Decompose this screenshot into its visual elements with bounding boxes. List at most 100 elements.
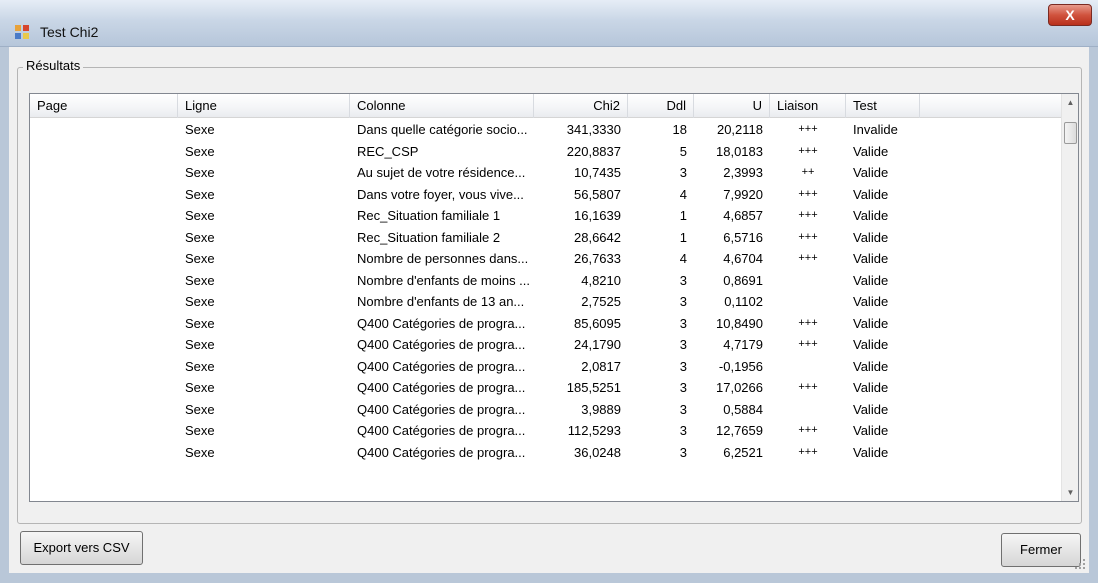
cell-chi2: 28,6642 [574,229,621,245]
cell-page [30,313,178,335]
cell-chi2: 341,3330 [566,122,621,137]
cell-u: 0,5884 [723,401,763,417]
column-header-ddl[interactable]: Ddl [628,94,694,118]
cell-u: 4,7179 [723,337,763,352]
close-button[interactable]: Fermer [1001,533,1081,567]
cell-u: 12,7659 [716,423,763,438]
table-row[interactable]: Sexe Q400 Catégories de progra... 185,5251… [30,377,1062,399]
column-header-ligne[interactable]: Ligne [178,94,350,118]
resize-grip-icon[interactable] [1074,558,1086,570]
scrollbar-thumb[interactable] [1064,122,1077,144]
cell-ddl: 4 [679,186,687,202]
column-header-liaison[interactable]: Liaison [770,94,846,118]
column-header-colonne[interactable]: Colonne [350,94,534,118]
cell-colonne: REC_CSP [357,143,419,159]
cell-test: Valide [853,401,889,417]
cell-u: 18,0183 [716,143,763,159]
window-title: Test Chi2 [40,24,99,40]
cell-colonne: Rec_Situation familiale 1 [357,208,501,223]
table-row[interactable]: Sexe Au sujet de votre résidence... 10,743… [30,162,1062,184]
cell-ligne: Sexe [185,186,215,202]
cell-liaison: +++ [798,445,818,458]
scroll-down-arrow-icon[interactable]: ▼ [1062,484,1078,501]
cell-test: Valide [853,294,889,309]
cell-liaison: +++ [798,338,818,350]
cell-test: Valide [853,380,889,395]
cell-liaison [770,291,846,313]
cell-ddl: 3 [679,380,687,395]
table-row[interactable]: Sexe Q400 Catégories de progra... 112,5293… [30,420,1062,442]
cell-ligne: Sexe [185,229,215,245]
cell-u: 4,6704 [723,251,763,266]
cell-u: 7,9920 [723,186,763,202]
table-row[interactable]: Sexe Q400 Catégories de progra... 24,1790 3… [30,334,1062,356]
cell-test: Valide [853,229,889,245]
table-row[interactable]: Sexe Q400 Catégories de progra... 36,0248 3… [30,442,1062,464]
cell-ligne: Sexe [185,380,215,395]
cell-ligne: Sexe [185,294,215,309]
cell-page [30,227,178,249]
table-row[interactable]: Sexe Q400 Catégories de progra... 85,6095 3… [30,313,1062,335]
vertical-scrollbar[interactable]: ▲ ▼ [1061,94,1078,501]
cell-test: Valide [853,337,889,352]
cell-ligne: Sexe [185,208,215,223]
cell-test: Valide [853,315,889,331]
table-row[interactable]: Sexe Q400 Catégories de progra... 3,9889 3 0… [30,399,1062,421]
cell-liaison: +++ [798,316,818,329]
export-csv-button[interactable]: Export vers CSV [20,531,143,565]
cell-ligne: Sexe [185,122,215,137]
cell-chi2: 85,6095 [574,315,621,331]
cell-test: Valide [853,165,889,180]
cell-u: 4,6857 [723,208,763,223]
cell-u: 6,5716 [723,229,763,245]
cell-ligne: Sexe [185,337,215,352]
cell-colonne: Rec_Situation familiale 2 [357,229,501,245]
table-row[interactable]: Sexe Nombre d'enfants de 13 an... 2,7525 3 0… [30,291,1062,313]
cell-liaison: +++ [798,252,818,264]
cell-liaison: +++ [798,381,818,393]
cell-page [30,377,178,399]
cell-u: 20,2118 [716,122,763,137]
table-row[interactable]: Sexe Dans votre foyer, vous vive... 56,580… [30,184,1062,206]
column-header-page[interactable]: Page [30,94,178,118]
table-row[interactable]: Sexe Q400 Catégories de progra... 2,0817 3 -… [30,356,1062,378]
cell-ddl: 3 [679,294,687,309]
cell-ligne: Sexe [185,401,215,417]
list-rows: Sexe Dans quelle catégorie socio... 341,33… [30,119,1062,463]
column-header-chi2[interactable]: Chi2 [534,94,628,118]
cell-colonne: Dans quelle catégorie socio... [357,122,528,137]
scroll-up-arrow-icon[interactable]: ▲ [1062,94,1078,111]
cell-u: 10,8490 [716,315,763,331]
column-header-test[interactable]: Test [846,94,920,118]
cell-liaison [770,399,846,421]
column-header-filler [920,94,1062,118]
table-row[interactable]: Sexe Rec_Situation familiale 2 28,6642 1 6,5… [30,227,1062,249]
table-row[interactable]: Sexe Dans quelle catégorie socio... 341,33… [30,119,1062,141]
table-row[interactable]: Sexe Nombre de personnes dans... 26,7633 4 4… [30,248,1062,270]
cell-colonne: Q400 Catégories de progra... [357,380,526,395]
cell-ddl: 5 [679,143,687,159]
cell-page [30,356,178,378]
cell-page [30,162,178,184]
table-row[interactable]: Sexe Nombre d'enfants de moins ... 4,8210 3… [30,270,1062,292]
cell-liaison: ++ [801,166,815,178]
close-window-button[interactable]: X [1048,4,1092,26]
cell-test: Valide [853,143,889,159]
column-header-u[interactable]: U [694,94,770,118]
cell-colonne: Q400 Catégories de progra... [357,315,526,331]
cell-colonne: Q400 Catégories de progra... [357,337,526,352]
cell-ddl: 1 [679,208,687,223]
table-row[interactable]: Sexe REC_CSP 220,8837 5 18,0183 +++ Valide [30,141,1062,163]
results-list-view[interactable]: Page Ligne Colonne Chi2 Ddl U Liaison Te… [29,93,1079,502]
cell-ddl: 3 [679,165,687,180]
table-row[interactable]: Sexe Rec_Situation familiale 1 16,1639 1 4,6… [30,205,1062,227]
cell-u: 0,8691 [723,272,763,288]
cell-u: 17,0266 [716,380,763,395]
cell-page [30,291,178,313]
cell-chi2: 10,7435 [574,165,621,180]
cell-u: 2,3993 [723,165,763,180]
cell-page [30,141,178,163]
dialog-client-area: Résultats Page Ligne Colonne Chi2 Ddl U … [9,47,1089,573]
cell-ddl: 3 [679,358,687,374]
cell-test: Invalide [853,122,898,137]
